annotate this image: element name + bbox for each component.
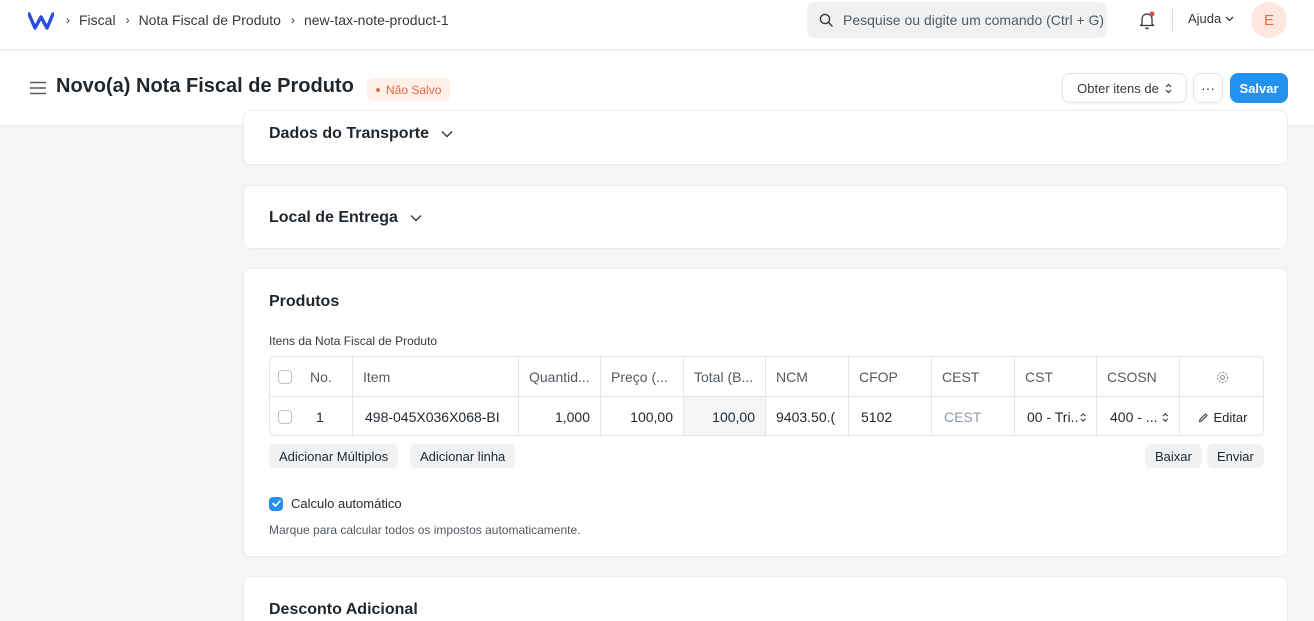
cell-no: 1 xyxy=(300,397,353,435)
header-item: Item xyxy=(353,357,519,397)
chevron-down-icon xyxy=(441,131,453,138)
avatar[interactable]: E xyxy=(1251,2,1287,38)
header-cfop: CFOP xyxy=(849,357,932,397)
breadcrumb-doctype[interactable]: Nota Fiscal de Produto xyxy=(139,12,281,28)
get-items-label: Obter itens de xyxy=(1077,80,1159,96)
cell-total: 100,00 xyxy=(684,397,766,435)
cell-cst-select[interactable]: 00 - Tri... xyxy=(1015,397,1097,435)
status-badge: Não Salvo xyxy=(367,78,451,101)
transport-section-header[interactable]: Dados do Transporte xyxy=(269,125,453,143)
checkmark-icon xyxy=(271,500,281,507)
help-dropdown[interactable]: Ajuda xyxy=(1188,11,1234,26)
select-arrows-icon xyxy=(1080,412,1086,422)
search-bar[interactable]: Pesquise ou digite um comando (Ctrl + G) xyxy=(807,2,1107,38)
upload-button[interactable]: Enviar xyxy=(1207,444,1264,468)
delivery-section-header[interactable]: Local de Entrega xyxy=(269,209,422,227)
select-arrows-icon xyxy=(1162,412,1169,422)
search-placeholder: Pesquise ou digite um comando (Ctrl + G) xyxy=(843,12,1105,28)
transport-section-title: Dados do Transporte xyxy=(269,125,430,142)
app-logo-icon[interactable] xyxy=(28,12,54,30)
cell-price[interactable]: 100,00 xyxy=(601,397,684,435)
discount-section-title: Desconto Adicional xyxy=(269,601,418,618)
auto-calc-description: Marque para calcular todos os impostos a… xyxy=(269,523,581,537)
table-row: 1 498-045X036X068-BI 1,000 100,00 100,00… xyxy=(270,397,1263,435)
navbar-divider xyxy=(1172,9,1173,31)
header-price: Preço (... xyxy=(601,357,684,397)
add-multiple-button[interactable]: Adicionar Múltiplos xyxy=(269,444,399,468)
auto-calc-field: Calculo automático xyxy=(269,496,402,511)
select-all-cell xyxy=(270,357,300,397)
more-actions-button[interactable]: ··· xyxy=(1193,73,1223,103)
chevron-down-icon xyxy=(1225,16,1234,21)
cell-ncm[interactable]: 9403.50.( xyxy=(766,397,849,435)
page-title: Novo(a) Nota Fiscal de Produto xyxy=(56,75,354,97)
header-ncm: NCM xyxy=(766,357,849,397)
chevron-right-icon: › xyxy=(290,13,295,27)
cell-cst-value: 00 - Tri... xyxy=(1027,409,1078,425)
search-icon xyxy=(819,13,833,27)
select-all-checkbox[interactable] xyxy=(278,370,292,384)
chevron-right-icon: › xyxy=(66,13,70,27)
products-grid-label: Itens da Nota Fiscal de Produto xyxy=(269,334,438,348)
discount-section: Desconto Adicional xyxy=(243,576,1288,621)
grid-settings-cell xyxy=(1180,357,1263,397)
header-no: No. xyxy=(300,357,353,397)
save-button[interactable]: Salvar xyxy=(1230,73,1288,103)
delivery-section-title: Local de Entrega xyxy=(269,209,398,226)
header-cst: CST xyxy=(1015,357,1097,397)
products-grid: No. Item Quantid... Preço (... Total (B.… xyxy=(269,356,1264,436)
edit-row-label: Editar xyxy=(1213,409,1248,425)
chevron-right-icon: › xyxy=(125,13,130,27)
delivery-section: Local de Entrega xyxy=(243,185,1288,249)
auto-calc-label: Calculo automático xyxy=(291,496,402,511)
cell-csosn-value: 400 - ... xyxy=(1110,409,1158,425)
help-label: Ajuda xyxy=(1188,11,1222,26)
row-select-cell xyxy=(270,397,300,435)
grid-header-row: No. Item Quantid... Preço (... Total (B.… xyxy=(270,357,1263,397)
products-section-title: Produtos xyxy=(269,293,340,310)
select-arrows-icon xyxy=(1165,83,1172,93)
gear-icon[interactable] xyxy=(1216,371,1229,384)
download-button[interactable]: Baixar xyxy=(1145,444,1202,468)
cell-cest[interactable]: CEST xyxy=(932,397,1015,435)
get-items-button[interactable]: Obter itens de xyxy=(1062,73,1187,103)
cell-item[interactable]: 498-045X036X068-BI xyxy=(353,397,519,435)
transport-section: Dados do Transporte xyxy=(243,110,1288,165)
sidebar-toggle-icon[interactable] xyxy=(30,81,46,95)
notification-bell-icon[interactable] xyxy=(1136,9,1158,31)
breadcrumb-fiscal[interactable]: Fiscal xyxy=(79,12,116,28)
edit-row-button[interactable]: Editar xyxy=(1180,397,1263,435)
header-quantity: Quantid... xyxy=(519,357,601,397)
header-total: Total (B... xyxy=(684,357,766,397)
products-section: Produtos Itens da Nota Fiscal de Produto… xyxy=(243,268,1288,557)
row-checkbox[interactable] xyxy=(278,410,292,424)
cell-csosn-select[interactable]: 400 - ... xyxy=(1097,397,1180,435)
auto-calc-checkbox[interactable] xyxy=(269,496,283,511)
header-cest: CEST xyxy=(932,357,1015,397)
cell-quantity[interactable]: 1,000 xyxy=(519,397,601,435)
status-badge-label: Não Salvo xyxy=(386,82,442,97)
cell-cfop[interactable]: 5102 xyxy=(849,397,932,435)
header-csosn: CSOSN xyxy=(1097,357,1180,397)
top-navbar: › Fiscal › Nota Fiscal de Produto › new-… xyxy=(0,0,1314,50)
breadcrumb: › Fiscal › Nota Fiscal de Produto › new-… xyxy=(66,0,459,40)
breadcrumb-current[interactable]: new-tax-note-product-1 xyxy=(304,12,449,28)
pencil-icon xyxy=(1198,412,1208,422)
status-dot-icon xyxy=(376,87,380,92)
add-row-button[interactable]: Adicionar linha xyxy=(410,444,516,468)
chevron-down-icon xyxy=(410,215,422,222)
